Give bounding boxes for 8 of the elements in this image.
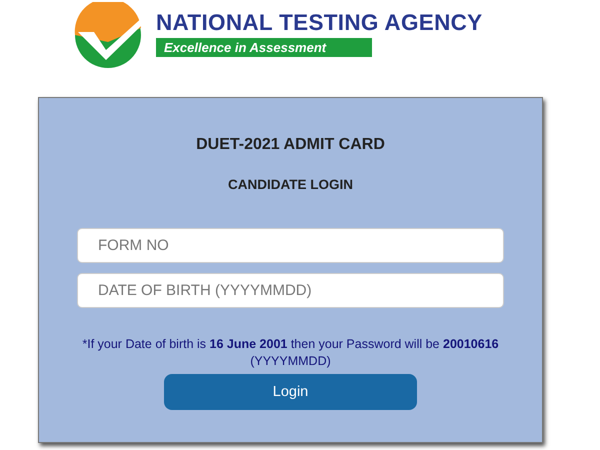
- login-button[interactable]: Login: [164, 374, 417, 410]
- password-hint: *If your Date of birth is 16 June 2001 then your Password will be 20010616 (YYYYMMDD): [81, 336, 500, 370]
- tagline: Excellence in Assessment: [156, 38, 372, 56]
- input-field[interactable]: DATE OF BIRTH (YYYYMMDD): [77, 273, 504, 308]
- form-heading: DUET-2021 ADMIT CARD: [196, 136, 385, 154]
- input-field[interactable]: FORM NO: [77, 228, 504, 263]
- agency-title: NATIONAL TESTING AGENCY: [156, 10, 482, 36]
- form-subheading: CANDIDATE LOGIN: [228, 177, 353, 192]
